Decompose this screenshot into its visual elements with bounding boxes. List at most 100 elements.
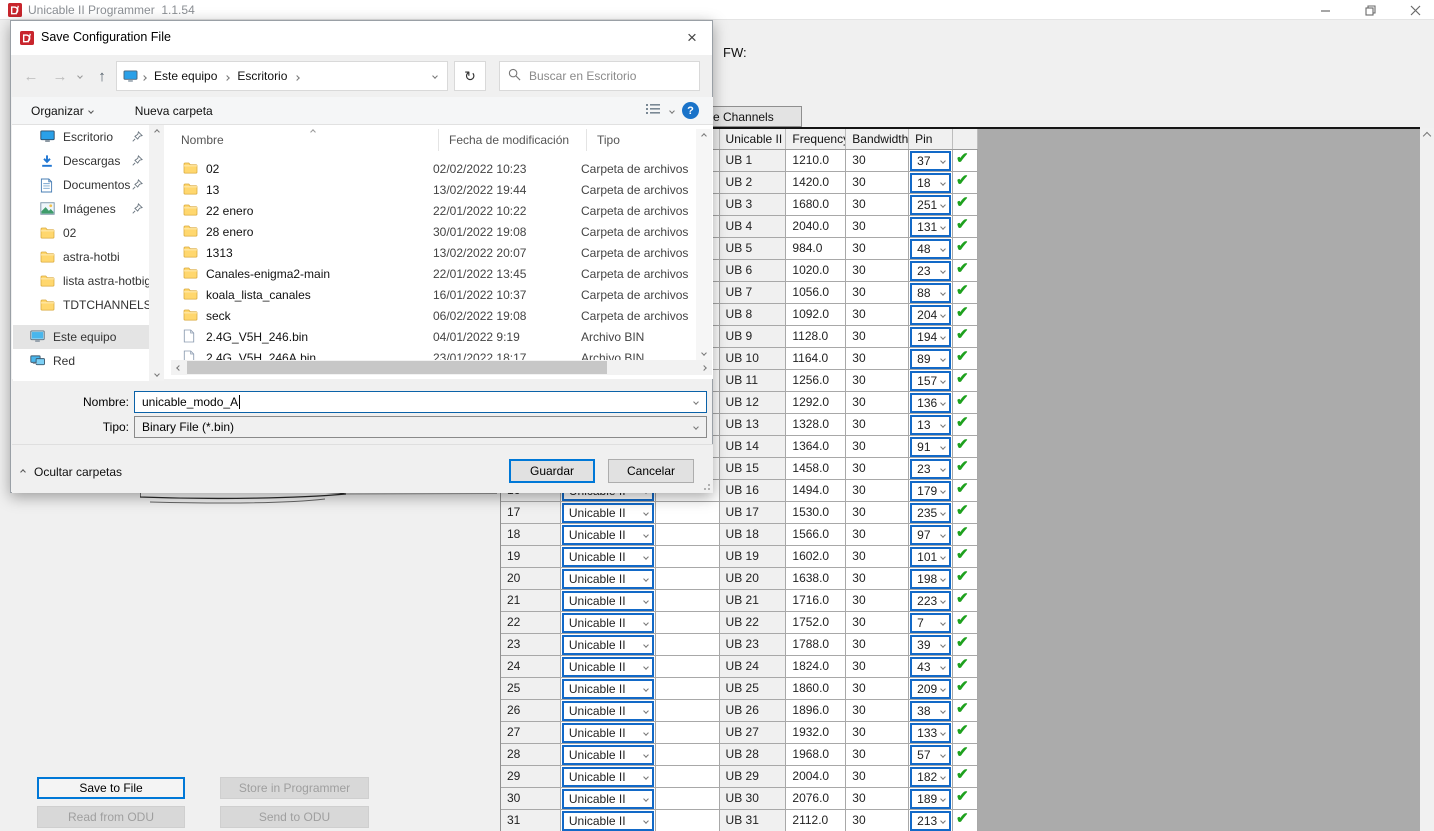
column-header-fecha[interactable]: Fecha de modificación	[439, 129, 587, 151]
sidebar-item-lista-astra-hotbig[interactable]: lista astra-hotbig	[13, 269, 149, 293]
send-to-odu-button[interactable]: Send to ODU	[220, 806, 369, 828]
hide-folders-button[interactable]: Ocultar carpetas	[21, 465, 122, 479]
mode-dropdown[interactable]: Unicable II	[562, 613, 654, 633]
mode-dropdown[interactable]: Unicable II	[562, 745, 654, 765]
pin-dropdown[interactable]: 97	[910, 525, 951, 545]
pin-dropdown[interactable]: 198	[910, 569, 951, 589]
history-chevron-icon[interactable]	[73, 65, 87, 87]
file-row[interactable]: koala_lista_canales16/01/2022 10:37Carpe…	[171, 284, 696, 305]
restore-button[interactable]	[1362, 2, 1378, 18]
sidebar-item-descargas[interactable]: Descargas	[13, 149, 149, 173]
horizontal-scroll-thumb[interactable]	[187, 361, 607, 374]
pin-dropdown[interactable]: 235	[910, 503, 951, 523]
view-options-chevron-icon[interactable]	[669, 108, 675, 114]
file-row[interactable]: 0202/02/2022 10:23Carpeta de archivos	[171, 158, 696, 179]
mode-dropdown[interactable]: Unicable II	[562, 767, 654, 787]
pin-dropdown[interactable]: 23	[910, 261, 951, 281]
breadcrumb-item-este-equipo[interactable]: Este equipo	[154, 69, 217, 83]
sidebar-item-tdtchannels[interactable]: TDTCHANNELS	[13, 293, 149, 317]
sidebar-item-documentos[interactable]: Documentos	[13, 173, 149, 197]
help-icon[interactable]: ?	[682, 102, 699, 119]
mode-dropdown[interactable]: Unicable II	[562, 789, 654, 809]
up-icon[interactable]: ↑	[91, 65, 113, 87]
store-in-programmer-button[interactable]: Store in Programmer	[220, 777, 369, 799]
sidebar-scroll-down-icon[interactable]	[149, 367, 164, 381]
resize-grip[interactable]	[702, 482, 710, 490]
filetype-dropdown-icon[interactable]	[693, 424, 699, 430]
pin-dropdown[interactable]: 91	[910, 437, 951, 457]
breadcrumb[interactable]: Este equipo Escritorio	[116, 61, 448, 91]
pin-dropdown[interactable]: 39	[910, 635, 951, 655]
pin-dropdown[interactable]: 7	[910, 613, 951, 633]
scroll-right-icon[interactable]	[696, 360, 712, 375]
file-row[interactable]: 28 enero30/01/2022 19:08Carpeta de archi…	[171, 221, 696, 242]
mode-dropdown[interactable]: Unicable II	[562, 701, 654, 721]
back-icon[interactable]: ←	[20, 65, 42, 87]
pin-dropdown[interactable]: 131	[910, 217, 951, 237]
pin-dropdown[interactable]: 43	[910, 657, 951, 677]
pin-dropdown[interactable]: 209	[910, 679, 951, 699]
pin-dropdown[interactable]: 182	[910, 767, 951, 787]
save-button[interactable]: Guardar	[509, 459, 595, 483]
column-header-nombre[interactable]: Nombre	[171, 129, 439, 151]
list-scroll-up-icon[interactable]	[696, 129, 712, 143]
pin-dropdown[interactable]: 89	[910, 349, 951, 369]
breadcrumb-item-escritorio[interactable]: Escritorio	[237, 69, 287, 83]
main-vertical-scrollbar[interactable]	[1420, 128, 1434, 831]
mode-dropdown[interactable]: Unicable II	[562, 679, 654, 699]
minimize-button[interactable]	[1317, 2, 1333, 18]
file-row[interactable]: 1313/02/2022 19:44Carpeta de archivos	[171, 179, 696, 200]
cancel-button[interactable]: Cancelar	[608, 459, 694, 483]
file-list-scrollbar[interactable]	[696, 129, 712, 360]
mode-dropdown[interactable]: Unicable II	[562, 811, 654, 831]
sidebar-item-escritorio[interactable]: Escritorio	[13, 125, 149, 149]
mode-dropdown[interactable]: Unicable II	[562, 657, 654, 677]
scroll-up-icon[interactable]	[1420, 128, 1434, 144]
file-row[interactable]: seck06/02/2022 19:08Carpeta de archivos	[171, 305, 696, 326]
sidebar-item-im-genes[interactable]: Imágenes	[13, 197, 149, 221]
pin-dropdown[interactable]: 213	[910, 811, 951, 831]
file-list-horizontal-scrollbar[interactable]	[171, 360, 712, 375]
organize-menu[interactable]: Organizar	[31, 104, 93, 118]
pin-dropdown[interactable]: 179	[910, 481, 951, 501]
list-scroll-down-icon[interactable]	[696, 346, 712, 360]
filename-input[interactable]: unicable_modo_A	[134, 391, 707, 413]
mode-dropdown[interactable]: Unicable II	[562, 591, 654, 611]
read-from-odu-button[interactable]: Read from ODU	[37, 806, 185, 828]
mode-dropdown[interactable]: Unicable II	[562, 525, 654, 545]
file-row[interactable]: 2.4G_V5H_246A.bin23/01/2022 18:17Archivo…	[171, 347, 696, 360]
view-options-icon[interactable]	[644, 102, 662, 119]
pin-dropdown[interactable]: 223	[910, 591, 951, 611]
file-row[interactable]: 22 enero22/01/2022 10:22Carpeta de archi…	[171, 200, 696, 221]
file-row[interactable]: 131313/02/2022 20:07Carpeta de archivos	[171, 242, 696, 263]
dialog-close-icon[interactable]: ×	[682, 28, 702, 48]
search-input[interactable]: Buscar en Escritorio	[499, 61, 700, 91]
sidebar-item-astra-hotbi[interactable]: astra-hotbi	[13, 245, 149, 269]
forward-icon[interactable]: →	[49, 65, 71, 87]
mode-dropdown[interactable]: Unicable II	[562, 723, 654, 743]
column-header-tipo[interactable]: Tipo	[587, 129, 696, 151]
pin-dropdown[interactable]: 157	[910, 371, 951, 391]
pin-dropdown[interactable]: 57	[910, 745, 951, 765]
pin-dropdown[interactable]: 38	[910, 701, 951, 721]
address-dropdown-icon[interactable]	[423, 62, 447, 90]
mode-dropdown[interactable]: Unicable II	[562, 547, 654, 567]
pin-dropdown[interactable]: 37	[910, 151, 951, 171]
pin-dropdown[interactable]: 251	[910, 195, 951, 215]
scroll-left-icon[interactable]	[171, 360, 187, 375]
mode-dropdown[interactable]: Unicable II	[562, 569, 654, 589]
pin-dropdown[interactable]: 88	[910, 283, 951, 303]
close-button[interactable]	[1407, 2, 1423, 18]
pin-dropdown[interactable]: 13	[910, 415, 951, 435]
mode-dropdown[interactable]: Unicable II	[562, 503, 654, 523]
pin-dropdown[interactable]: 48	[910, 239, 951, 259]
pin-dropdown[interactable]: 204	[910, 305, 951, 325]
pin-dropdown[interactable]: 136	[910, 393, 951, 413]
new-folder-button[interactable]: Nueva carpeta	[135, 104, 213, 118]
file-row[interactable]: Canales-enigma2-main22/01/2022 13:45Carp…	[171, 263, 696, 284]
save-to-file-button[interactable]: Save to File	[37, 777, 185, 799]
pin-dropdown[interactable]: 194	[910, 327, 951, 347]
sidebar-item-02[interactable]: 02	[13, 221, 149, 245]
sidebar-item-este-equipo[interactable]: Este equipo	[13, 325, 149, 349]
pin-dropdown[interactable]: 18	[910, 173, 951, 193]
